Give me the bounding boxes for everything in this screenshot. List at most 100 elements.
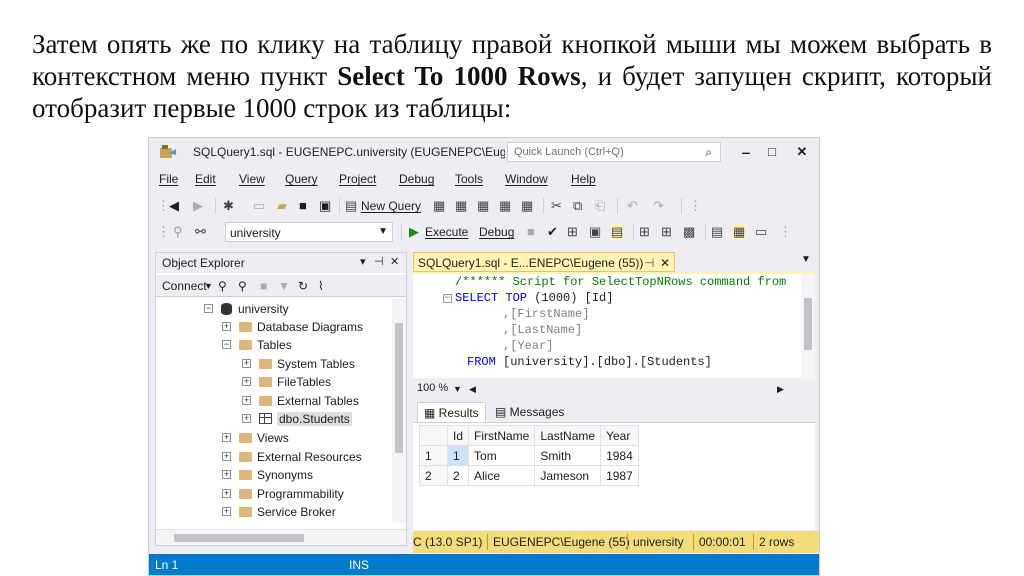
stop-icon[interactable]: ■ — [260, 279, 267, 293]
cut-icon[interactable]: ✂ — [551, 198, 562, 214]
expand-icon[interactable]: + — [242, 377, 251, 387]
row-number[interactable]: 2 — [419, 465, 448, 486]
redo-icon[interactable]: ↷ — [653, 198, 664, 214]
panel-close-icon[interactable]: ✕ — [390, 255, 399, 268]
parse-icon[interactable]: ✔ — [547, 224, 558, 240]
scroll-right-icon[interactable]: ▶ — [777, 384, 784, 395]
table-cell[interactable]: Alice — [468, 465, 536, 486]
pin-icon[interactable]: ⊣ — [644, 256, 654, 270]
dmx-query-icon[interactable]: ▦ — [477, 198, 489, 214]
connect-button[interactable]: Connect — [162, 279, 207, 293]
forward-icon[interactable]: ▶ — [193, 198, 203, 214]
expand-icon[interactable]: + — [242, 396, 251, 406]
tree-node-views[interactable]: + Views — [222, 430, 289, 448]
tree-node-synonyms[interactable]: + Synonyms — [222, 467, 313, 485]
tree-node-dbo-students[interactable]: + dbo.Students — [242, 411, 352, 429]
save-icon[interactable]: ■ — [299, 198, 307, 214]
tab-overflow-icon[interactable]: ▼ — [801, 254, 811, 265]
intellisense-icon[interactable]: ▤ — [611, 224, 624, 240]
expand-icon[interactable]: + — [222, 452, 231, 462]
tree-horizontal-scrollbar[interactable] — [156, 529, 406, 545]
scrollbar-thumb[interactable] — [395, 323, 403, 453]
dax-query-icon[interactable]: ▦ — [521, 198, 533, 214]
tab-messages[interactable]: ▤ Messages — [489, 402, 570, 422]
xmla-query-icon[interactable]: ▦ — [499, 198, 511, 214]
table-cell[interactable]: 2 — [446, 465, 470, 486]
disconnect-icon[interactable]: ⚲ — [238, 279, 247, 293]
expand-icon[interactable]: + — [222, 322, 231, 332]
close-button[interactable]: ✕ — [791, 142, 813, 162]
pin-icon[interactable]: ⊣ — [374, 255, 384, 268]
menu-help[interactable]: Help — [571, 172, 596, 186]
table-cell[interactable]: 1987 — [600, 465, 639, 486]
tree-node-external-resources[interactable]: + External Resources — [222, 449, 362, 467]
column-header[interactable]: FirstName — [468, 425, 536, 446]
expand-icon[interactable]: + — [222, 507, 231, 517]
undo-icon[interactable]: ↶ — [627, 198, 638, 214]
connect-dropdown-icon[interactable]: ▼ — [204, 281, 213, 291]
cancel-query-icon[interactable]: ■ — [527, 224, 535, 240]
table-cell[interactable]: 1984 — [600, 445, 639, 466]
back-icon[interactable]: ◀ — [169, 198, 179, 214]
paste-icon[interactable]: ⎗ — [595, 198, 605, 214]
minimize-button[interactable]: ‒ — [735, 142, 757, 162]
scrollbar-thumb[interactable] — [804, 298, 812, 350]
mdx-query-icon[interactable]: ▦ — [455, 198, 467, 214]
include-actual-plan-icon[interactable]: ⊞ — [639, 224, 650, 240]
tree-node-external-tables[interactable]: + External Tables — [242, 393, 359, 411]
maximize-button[interactable]: □ — [761, 142, 783, 162]
sql-editor[interactable]: /****** Script for SelectTopNRows comman… — [413, 272, 815, 380]
panel-dropdown-icon[interactable]: ▾ — [360, 255, 366, 268]
expand-icon[interactable]: + — [222, 433, 231, 443]
menu-project[interactable]: Project — [339, 172, 376, 186]
menu-query[interactable]: Query — [285, 172, 318, 186]
quick-launch-input[interactable]: Quick Launch (Ctrl+Q) ⌕ — [507, 142, 721, 162]
column-header[interactable]: Year — [600, 425, 639, 446]
table-cell[interactable]: Tom — [468, 445, 536, 466]
collapse-icon[interactable]: − — [204, 304, 213, 314]
expand-icon[interactable]: + — [222, 489, 231, 499]
refresh-icon[interactable]: ↻ — [298, 279, 308, 293]
table-cell[interactable]: Smith — [534, 445, 602, 466]
close-tab-icon[interactable]: ✕ — [660, 256, 670, 270]
connect-icon[interactable]: ⚲ — [218, 279, 227, 293]
tree-node-university[interactable]: − university — [204, 301, 289, 319]
editor-vertical-scrollbar[interactable] — [801, 274, 815, 380]
tree-node-filetables[interactable]: + FileTables — [242, 374, 331, 392]
expand-icon[interactable]: + — [242, 414, 251, 424]
new-query-icon[interactable]: ▤ — [345, 198, 357, 214]
toolbar-overflow-icon[interactable]: ⋮ — [779, 224, 792, 240]
query-options-icon[interactable]: ▣ — [589, 224, 601, 240]
database-engine-query-icon[interactable]: ▦ — [433, 198, 445, 214]
table-cell[interactable]: 1 — [446, 445, 470, 466]
new-project-icon[interactable]: ✱ — [223, 198, 234, 214]
results-to-file-icon[interactable]: ▭ — [755, 224, 767, 240]
fold-icon[interactable]: − — [443, 294, 452, 303]
change-connection-icon[interactable]: ⚯ — [195, 224, 206, 240]
collapse-icon[interactable]: − — [222, 340, 231, 350]
menu-file[interactable]: File — [159, 172, 178, 186]
column-header[interactable]: LastName — [534, 425, 602, 446]
add-item-icon[interactable]: ▭ — [253, 198, 265, 214]
menu-tools[interactable]: Tools — [455, 172, 483, 186]
zoom-level[interactable]: 100 % — [417, 382, 448, 394]
tree-node-tables[interactable]: − Tables — [222, 337, 292, 355]
copy-icon[interactable]: ⧉ — [573, 198, 582, 214]
menu-debug[interactable]: Debug — [399, 172, 434, 186]
open-file-icon[interactable]: ▰ — [277, 198, 287, 214]
menu-edit[interactable]: Edit — [195, 172, 216, 186]
scrollbar-thumb[interactable] — [174, 534, 304, 542]
save-all-icon[interactable]: ▣ — [319, 198, 331, 214]
tree-node-programmability[interactable]: + Programmability — [222, 486, 344, 504]
new-query-button[interactable]: New Query — [361, 199, 421, 213]
scroll-left-icon[interactable]: ◀ — [469, 384, 476, 395]
tree-node-system-tables[interactable]: + System Tables — [242, 356, 355, 374]
expand-icon[interactable]: + — [242, 359, 251, 369]
activity-monitor-icon[interactable]: ⌇ — [318, 279, 324, 293]
tab-results[interactable]: ▦ Results — [417, 402, 486, 422]
display-estimated-plan-icon[interactable]: ⊞ — [567, 224, 578, 240]
expand-icon[interactable]: + — [222, 470, 231, 480]
sql-code[interactable]: /****** Script for SelectTopNRows comman… — [413, 274, 799, 376]
live-query-statistics-icon[interactable]: ⊞ — [661, 224, 672, 240]
results-to-grid-icon[interactable]: ▦ — [733, 224, 746, 240]
